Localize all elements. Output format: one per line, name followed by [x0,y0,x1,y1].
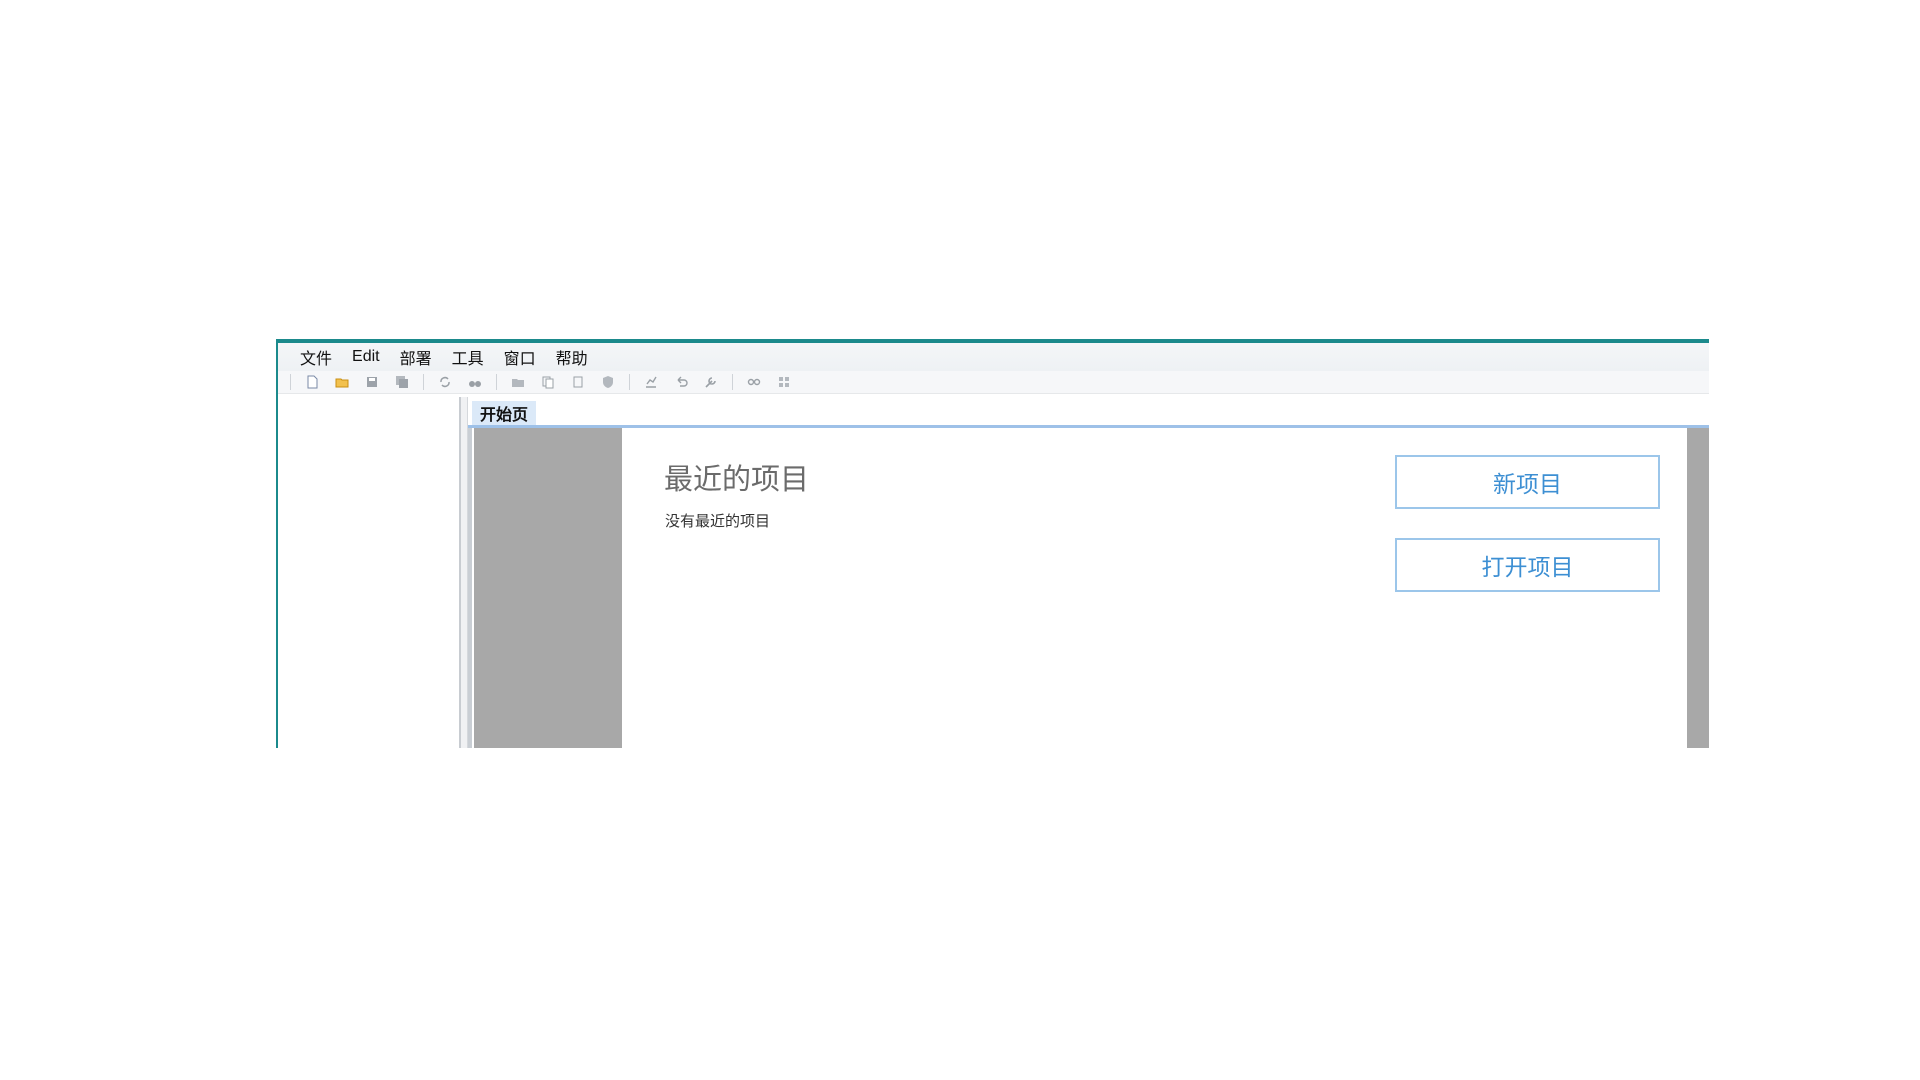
tab-strip: 开始页 [468,397,1709,428]
menu-file[interactable]: 文件 [290,343,342,373]
main-area: 开始页 最近的项目 没有最近的项目 新项目 打开项目 [278,397,1709,748]
start-page-right-scrollbar[interactable] [1687,428,1709,748]
paste-icon[interactable] [568,373,588,391]
chart-icon[interactable] [641,373,661,391]
document-area: 开始页 最近的项目 没有最近的项目 新项目 打开项目 [468,397,1709,748]
save-icon[interactable] [362,373,382,391]
link-icon[interactable] [744,373,764,391]
copy-icon[interactable] [538,373,558,391]
folder-icon[interactable] [508,373,528,391]
toolbar-separator [732,374,733,390]
tab-start-page[interactable]: 开始页 [472,401,537,425]
menu-help[interactable]: 帮助 [546,343,598,373]
toolbar-separator [629,374,630,390]
menu-tools[interactable]: 工具 [442,343,494,373]
project-explorer-panel[interactable] [278,397,461,748]
open-project-button[interactable]: 打开项目 [1395,538,1660,592]
menu-window[interactable]: 窗口 [494,343,546,373]
shield-icon[interactable] [598,373,618,391]
wrench-icon[interactable] [701,373,721,391]
save-all-icon[interactable] [392,373,412,391]
menu-edit[interactable]: Edit [342,344,390,370]
toolbar-separator [496,374,497,390]
toolbar-separator [290,374,291,390]
recent-projects-empty-text: 没有最近的项目 [665,512,771,530]
toolbar-separator [423,374,424,390]
new-project-button[interactable]: 新项目 [1395,455,1660,509]
refresh-icon[interactable] [435,373,455,391]
start-page-left-gutter [474,428,622,748]
search-binoculars-icon[interactable] [465,373,485,391]
new-file-icon[interactable] [302,373,322,391]
menu-deploy[interactable]: 部署 [390,343,442,373]
open-folder-icon[interactable] [332,373,352,391]
menu-bar: 文件 Edit 部署 工具 窗口 帮助 [278,343,1709,371]
app-window: 文件 Edit 部署 工具 窗口 帮助 开始页 最近的项目 没有最近的项目 新项… [276,339,1709,748]
grid-icon[interactable] [774,373,794,391]
recent-projects-title: 最近的项目 [664,462,810,496]
undo-icon[interactable] [671,373,691,391]
start-page: 最近的项目 没有最近的项目 新项目 打开项目 [468,428,1709,748]
toolbar [278,371,1709,394]
panel-splitter[interactable] [461,397,468,748]
